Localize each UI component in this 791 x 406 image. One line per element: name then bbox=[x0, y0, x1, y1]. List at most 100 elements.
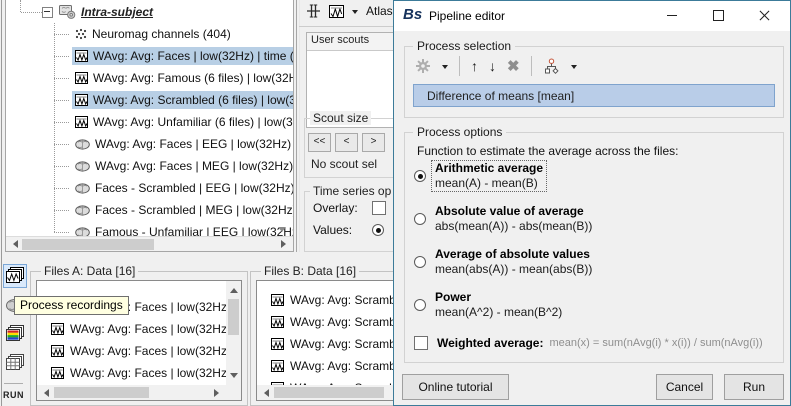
option-absolute-value-of-average[interactable]: Absolute value of average abs(mean(A)) -… bbox=[414, 204, 592, 234]
wavg-icon bbox=[51, 367, 64, 379]
radio-button[interactable] bbox=[414, 256, 426, 268]
process-timefreq-button[interactable] bbox=[3, 322, 27, 346]
grow-scout-fast-button[interactable]: << bbox=[308, 133, 331, 152]
process-matrix-button[interactable] bbox=[3, 351, 27, 375]
tree-root-item[interactable]: Intra-subject bbox=[6, 1, 293, 23]
process-selection-toolbar: ↑ ↓ ✖ bbox=[415, 55, 577, 77]
process-toolbar bbox=[1, 264, 28, 375]
tree-item[interactable]: WAvg: Avg: Faces | low(32Hz) | time (-2 bbox=[6, 45, 293, 67]
online-tutorial-button[interactable]: Online tutorial bbox=[402, 374, 509, 400]
scrollbar-thumb[interactable] bbox=[228, 299, 239, 335]
scroll-right-icon[interactable] bbox=[281, 240, 290, 248]
minimize-button[interactable] bbox=[656, 1, 688, 30]
tree-horizontal-scrollbar[interactable] bbox=[6, 236, 293, 251]
process-timefreq-icon bbox=[5, 325, 25, 343]
divider bbox=[4, 383, 23, 384]
scroll-down-hint-icon[interactable] bbox=[278, 227, 286, 236]
maximize-icon bbox=[713, 10, 724, 21]
option-formula: mean(A^2) - mean(B^2) bbox=[435, 305, 562, 320]
option-formula: mean(A) - mean(B) bbox=[435, 176, 543, 191]
grow-scout-button[interactable]: > bbox=[362, 133, 385, 152]
process-options-label: Process options bbox=[413, 125, 506, 139]
tree-item-label: WAvg: Avg: Scrambled (6 files) | low(32 bbox=[93, 93, 293, 107]
pipeline-icon[interactable] bbox=[543, 58, 560, 75]
overlay-label: Overlay: bbox=[313, 201, 358, 215]
process-options-group: Process options Function to estimate the… bbox=[404, 132, 784, 363]
wavg-icon bbox=[271, 294, 284, 306]
file-item[interactable]: WAvg: Avg: Faces | low(32Hz) | bbox=[37, 340, 226, 362]
close-button[interactable] bbox=[748, 1, 780, 30]
tree-item[interactable]: WAvg: Avg: Faces | EEG | low(32Hz) | ti bbox=[6, 133, 293, 155]
radio-button[interactable] bbox=[414, 213, 426, 225]
process-recordings-button[interactable] bbox=[3, 264, 27, 288]
tree-item[interactable]: Neuromag channels (404) bbox=[6, 23, 293, 45]
maximize-button[interactable] bbox=[702, 1, 734, 30]
weighted-average-formula: mean(x) = sum(nAvg(i) * x(i)) / sum(nAvg… bbox=[549, 337, 762, 349]
chevron-down-icon[interactable] bbox=[571, 65, 577, 72]
tree-item-label: WAvg: Avg: Faces | MEG | low(32Hz) | t bbox=[95, 159, 293, 173]
run-label[interactable]: RUN bbox=[3, 390, 24, 400]
chevron-down-icon[interactable] bbox=[352, 10, 358, 17]
option-power[interactable]: Power mean(A^2) - mean(B^2) bbox=[414, 290, 562, 320]
wavg-icon bbox=[75, 116, 88, 128]
scroll-left-icon[interactable] bbox=[260, 389, 269, 397]
file-item[interactable]: WAvg: Avg: Faces | low(32Hz) | bbox=[37, 362, 226, 384]
overlay-checkbox[interactable] bbox=[372, 201, 386, 215]
collapse-toggle[interactable] bbox=[42, 7, 53, 18]
scout-size-buttons: << < > bbox=[308, 133, 385, 152]
option-arithmetic-average[interactable]: Arithmetic average mean(A) - mean(B) bbox=[414, 161, 546, 191]
option-average-of-absolute-values[interactable]: Average of absolute values mean(abs(A)) … bbox=[414, 247, 592, 277]
pipeline-editor-dialog: Bs Pipeline editor Process selection ↑ ↓… bbox=[393, 0, 791, 406]
divider bbox=[459, 56, 460, 76]
wavg-icon bbox=[75, 50, 88, 62]
tree-item[interactable]: WAvg: Avg: Famous (6 files) | low(32Hz bbox=[6, 67, 293, 89]
move-up-button[interactable]: ↑ bbox=[471, 59, 478, 73]
wavg-icon bbox=[75, 94, 88, 106]
move-down-button[interactable]: ↓ bbox=[489, 59, 496, 73]
tree-item[interactable]: WAvg: Avg: Unfamiliar (6 files) | low(32 bbox=[6, 111, 293, 133]
chevron-down-icon[interactable] bbox=[442, 65, 448, 72]
tree-item[interactable]: Faces - Scrambled | MEG | low(32Hz) | t bbox=[6, 199, 293, 221]
run-button[interactable]: Run bbox=[724, 374, 784, 400]
atlas-menu[interactable]: Atlas bbox=[366, 4, 393, 18]
files-a-horizontal-scrollbar[interactable] bbox=[37, 385, 226, 400]
scrollbar-thumb[interactable] bbox=[54, 387, 149, 398]
tree-item-label: Neuromag channels (404) bbox=[92, 27, 231, 41]
options-prompt: Function to estimate the average across … bbox=[417, 144, 678, 158]
weighted-average-checkbox[interactable] bbox=[414, 336, 428, 350]
radio-button[interactable] bbox=[414, 299, 426, 311]
dialog-titlebar[interactable]: Bs Pipeline editor bbox=[394, 1, 790, 31]
file-item[interactable]: WAvg: Avg: Faces | low(32Hz) | bbox=[37, 318, 226, 340]
scroll-down-icon[interactable] bbox=[230, 373, 238, 382]
tree-item[interactable]: WAvg: Avg: Faces | MEG | low(32Hz) | t bbox=[6, 155, 293, 177]
split-view-icon[interactable] bbox=[306, 4, 321, 18]
tree-item-label: WAvg: Avg: Famous (6 files) | low(32Hz bbox=[93, 71, 293, 85]
scrollbar-thumb[interactable] bbox=[274, 387, 384, 398]
option-formula: mean(abs(A)) - mean(abs(B)) bbox=[435, 262, 592, 277]
scroll-right-icon[interactable] bbox=[214, 389, 223, 397]
weighted-average-row[interactable]: Weighted average: mean(x) = sum(nAvg(i) … bbox=[414, 336, 763, 350]
waveform-icon[interactable] bbox=[329, 5, 344, 18]
process-selection-label: Process selection bbox=[413, 39, 515, 53]
gear-icon[interactable] bbox=[415, 58, 431, 74]
values-radio[interactable] bbox=[372, 224, 384, 236]
scroll-left-icon[interactable] bbox=[40, 389, 49, 397]
radio-button[interactable] bbox=[414, 170, 426, 182]
option-title: Arithmetic average bbox=[435, 161, 543, 176]
process-recordings-icon bbox=[5, 267, 25, 285]
delete-process-button[interactable]: ✖ bbox=[507, 59, 520, 74]
brainstorm-logo-icon: Bs bbox=[403, 6, 422, 23]
tree-item[interactable]: WAvg: Avg: Scrambled (6 files) | low(32 bbox=[6, 89, 293, 111]
shrink-scout-button[interactable]: < bbox=[335, 133, 358, 152]
brain-icon bbox=[75, 205, 90, 216]
scrollbar-thumb[interactable] bbox=[22, 239, 154, 250]
scroll-left-icon[interactable] bbox=[9, 240, 18, 248]
tree-item[interactable]: Faces - Scrambled | EEG | low(32Hz) | ti bbox=[6, 177, 293, 199]
user-scouts-header[interactable]: User scouts bbox=[307, 33, 393, 51]
dialog-title: Pipeline editor bbox=[429, 9, 505, 23]
scroll-up-icon[interactable] bbox=[230, 284, 238, 293]
files-a-vertical-scrollbar[interactable] bbox=[226, 281, 241, 385]
cancel-button[interactable]: Cancel bbox=[656, 374, 713, 400]
file-item-label: WAvg: Avg: Faces | low(32Hz) | bbox=[70, 322, 226, 336]
selected-process-item[interactable]: Difference of means [mean] bbox=[413, 84, 775, 107]
